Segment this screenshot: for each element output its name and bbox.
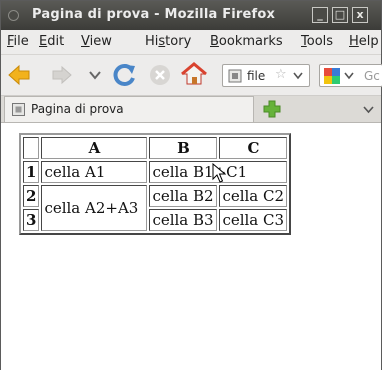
menu-file[interactable]: File xyxy=(7,34,29,49)
forward-arrow-icon[interactable] xyxy=(51,64,73,86)
page-icon xyxy=(12,103,25,116)
stop-icon[interactable] xyxy=(149,64,171,86)
tab-list-icon[interactable] xyxy=(363,106,374,114)
tab-pagina-di-prova[interactable]: Pagina di prova xyxy=(4,96,254,122)
close-button[interactable]: x xyxy=(352,7,368,23)
mouse-cursor-icon xyxy=(212,163,226,183)
url-bar[interactable]: file ☆ xyxy=(222,64,310,87)
history-dropdown-icon[interactable] xyxy=(89,71,101,80)
search-bar[interactable]: Gc xyxy=(319,64,382,87)
page-icon xyxy=(228,69,242,83)
row-header-2: 2 xyxy=(23,185,40,207)
navigation-toolbar: file ☆ Gc xyxy=(1,55,382,96)
row-header-1: 1 xyxy=(23,161,40,183)
search-input[interactable]: Gc xyxy=(364,69,380,83)
column-header-a: A xyxy=(41,137,148,159)
table-header-row: A B C xyxy=(23,137,288,159)
search-engine-icon[interactable] xyxy=(324,68,340,84)
title-bar[interactable]: Pagina di prova - Mozilla Firefox _ □ x xyxy=(1,1,381,30)
menu-history[interactable]: History xyxy=(145,34,191,49)
search-engine-dropdown-icon[interactable] xyxy=(344,72,354,80)
window-menu-icon[interactable] xyxy=(8,10,19,21)
menu-help[interactable]: Help xyxy=(349,34,379,49)
row-header-3: 3 xyxy=(23,209,40,231)
corner-cell xyxy=(23,137,40,159)
menu-edit[interactable]: Edit xyxy=(39,34,64,49)
tab-strip: Pagina di prova xyxy=(1,96,381,123)
menu-tools[interactable]: Tools xyxy=(301,34,333,49)
cell-a2-a3: cella A2+A3 xyxy=(41,185,148,231)
menu-view[interactable]: View xyxy=(81,34,112,49)
minimize-button[interactable]: _ xyxy=(312,7,328,23)
cell-a1: cella A1 xyxy=(41,161,148,183)
table-row: 1 cella A1 cella B1+C1 xyxy=(23,161,288,183)
home-icon[interactable] xyxy=(181,62,207,86)
browser-window: Pagina di prova - Mozilla Firefox _ □ x … xyxy=(0,0,382,370)
star-icon[interactable]: ☆ xyxy=(275,67,287,82)
cell-c3: cella C3 xyxy=(219,209,288,231)
column-header-b: B xyxy=(149,137,218,159)
window-title: Pagina di prova - Mozilla Firefox xyxy=(32,7,276,22)
maximize-button[interactable]: □ xyxy=(332,7,348,23)
column-header-c: C xyxy=(219,137,288,159)
back-arrow-icon[interactable] xyxy=(7,64,31,86)
url-text: file xyxy=(247,69,266,83)
reload-icon[interactable] xyxy=(111,62,137,88)
url-dropdown-icon[interactable] xyxy=(293,72,303,80)
page-content: A B C 1 cella A1 cella B1+C1 2 cella A2+… xyxy=(1,123,381,370)
cell-b3: cella B3 xyxy=(149,209,218,231)
cell-c2: cella C2 xyxy=(219,185,288,207)
new-tab-icon[interactable] xyxy=(263,100,281,118)
menu-bookmarks[interactable]: Bookmarks xyxy=(210,34,283,49)
cell-b2: cella B2 xyxy=(149,185,218,207)
table-row: 2 cella A2+A3 cella B2 cella C2 xyxy=(23,185,288,231)
tab-label: Pagina di prova xyxy=(31,102,124,116)
data-table: A B C 1 cella A1 cella B1+C1 2 cella A2+… xyxy=(19,133,292,235)
menu-bar: File Edit View History Bookmarks Tools H… xyxy=(1,30,381,55)
